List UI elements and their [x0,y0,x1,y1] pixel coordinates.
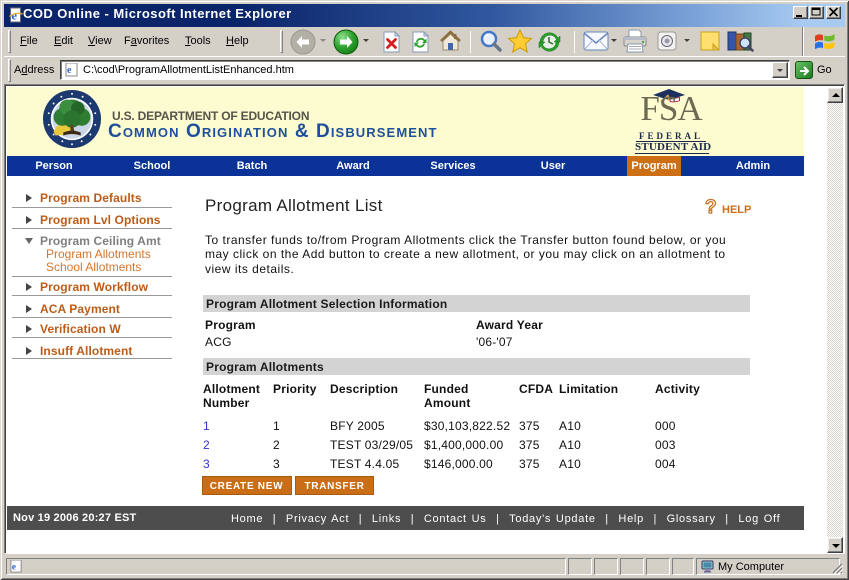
svg-text:e: e [12,562,16,572]
svg-text:e: e [67,65,72,76]
